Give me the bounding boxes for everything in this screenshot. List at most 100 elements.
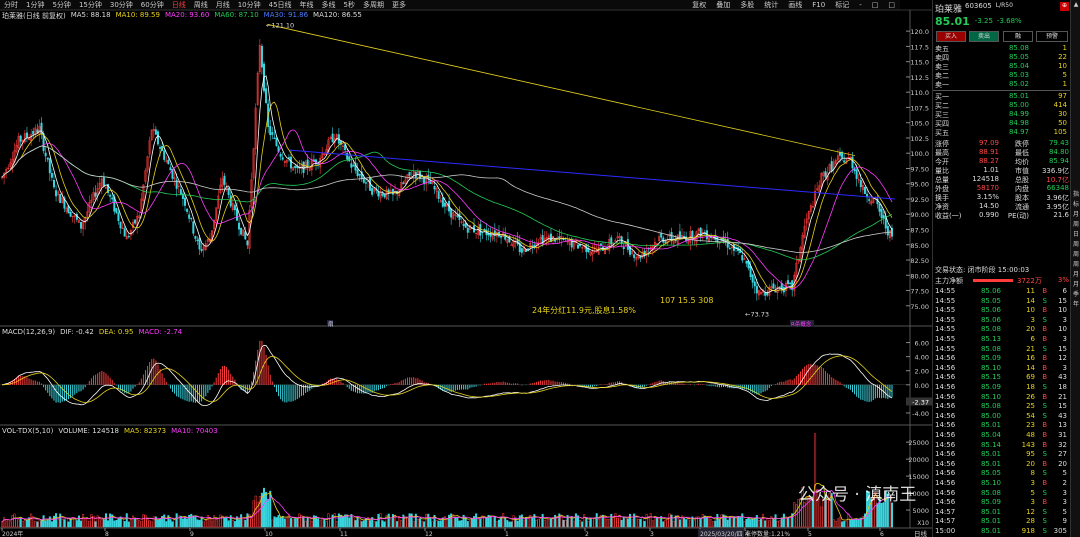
candle-body [383, 194, 386, 198]
volume-bar [421, 520, 424, 528]
volume-bar [778, 520, 781, 528]
volume-bar [562, 519, 565, 528]
volume-bar [127, 521, 130, 528]
volume-bar [319, 520, 322, 528]
trendline-upper [267, 24, 856, 157]
candle-body [281, 157, 284, 160]
volume-bar [73, 517, 76, 528]
volume-bar [117, 518, 120, 528]
volume-bar [720, 514, 723, 528]
sidebar-item[interactable]: 周 [1071, 250, 1080, 260]
ask-label: 卖五 [935, 45, 949, 53]
stat-value: 66348 [1046, 184, 1069, 192]
price-axis-label: 95.00 [910, 181, 929, 189]
stat-value: 3.96亿 [1046, 194, 1069, 202]
volume-bar [362, 520, 365, 528]
volume-bar [670, 514, 673, 528]
candle-body [19, 135, 22, 142]
sidebar-item[interactable]: 周 [1071, 260, 1080, 270]
volume-bar [389, 519, 392, 528]
dividend-note: 24年分红11.9元,股息1.58% [532, 306, 636, 315]
candle-body [755, 285, 758, 294]
volume-bar [891, 502, 893, 528]
price-row: 85.01 -3.25 -3.68% [935, 15, 1069, 28]
sidebar-item[interactable]: 月 [1071, 270, 1080, 280]
volume-bar [123, 521, 126, 528]
sidebar-item[interactable]: 年 [1071, 300, 1080, 310]
volume-bar [277, 515, 280, 528]
volume-bar [857, 518, 860, 528]
tick-price: 85.14 [980, 440, 1001, 449]
candle-body [154, 129, 157, 135]
volume-bar [743, 521, 746, 528]
macd-axis-label: -4.00 [912, 410, 929, 418]
volume-bar [853, 519, 856, 528]
sidebar-item[interactable]: 周 [1071, 240, 1080, 250]
sidebar-item[interactable]: 指 [1071, 190, 1080, 200]
sidebar-item[interactable]: 季 [1071, 290, 1080, 300]
volume-bar [581, 521, 584, 528]
add-watch-button[interactable]: ⊕ [1059, 2, 1069, 11]
volume-bar [518, 515, 521, 528]
candle-body [520, 248, 523, 253]
volume-bar [90, 514, 93, 528]
tick-price: 85.01 [980, 507, 1001, 516]
sidebar-item[interactable]: 日 [1071, 230, 1080, 240]
candle-body [839, 152, 842, 156]
candle-body [622, 247, 625, 249]
volume-bar [30, 513, 33, 528]
kline-chart[interactable]: 120.0 117.5 115.0 112.5 110.0 107.5 105.0 102.5… [0, 0, 932, 537]
sidebar-item[interactable]: 周 [1071, 220, 1080, 230]
sidebar-item[interactable]: 标 [1071, 200, 1080, 210]
bid-volume: 50 [1058, 119, 1067, 127]
volume-bar [832, 519, 835, 528]
vol-axis-label: 25000 [908, 439, 929, 447]
volume-bar [46, 519, 49, 528]
margin-button[interactable]: 融 [1003, 31, 1033, 42]
volume-bar [527, 517, 530, 528]
candle-body [741, 255, 744, 261]
sidebar-item[interactable]: 月 [1071, 210, 1080, 220]
buy-button[interactable]: 买入 [936, 31, 966, 42]
volume-bar [40, 520, 43, 528]
volume-bar [15, 518, 18, 528]
volume-bar [223, 517, 226, 528]
time-axis-label: 8 [105, 531, 109, 537]
main-flow-bar [973, 279, 1013, 282]
bid-price: 84.98 [1008, 119, 1029, 127]
sidebar-item[interactable]: 月 [1071, 280, 1080, 290]
volume-bar [508, 521, 511, 528]
tick-count: 43 [1058, 411, 1067, 420]
volume-bar [882, 502, 885, 528]
volume-bar [132, 515, 135, 528]
tick-time: 14:55 [935, 315, 956, 324]
sidebar-up-icon[interactable]: ▲ [1071, 0, 1080, 10]
candle-body [302, 161, 305, 173]
volume-bar [283, 518, 286, 528]
volume-bar [129, 519, 132, 528]
volume-bar [190, 513, 193, 528]
volume-bar [265, 491, 268, 528]
volume-bar [296, 518, 299, 528]
tick-volume: 918 [1021, 527, 1035, 535]
volume-bar [227, 520, 230, 528]
candle-body [880, 208, 883, 218]
tick-row: 14:56 85.01 20 B 20 [935, 460, 1069, 469]
volume-bar [820, 506, 823, 528]
volume-bar [649, 513, 652, 528]
volume-bar [645, 513, 648, 528]
tick-time: 14:56 [935, 373, 956, 382]
ma120-line [1, 145, 893, 253]
volume-bar [163, 514, 166, 528]
volume-bar [604, 515, 607, 528]
sell-button[interactable]: 卖出 [969, 31, 999, 42]
volume-bar [198, 520, 201, 528]
right-sidebar[interactable]: ▲ 指标月周日周周周月月季年 [1070, 0, 1080, 537]
time-axis-label: 1 [505, 531, 509, 537]
stat-value: 1.01 [983, 166, 999, 174]
alert-button[interactable]: 预警 [1036, 31, 1068, 42]
candle-body [577, 244, 580, 249]
bid-price: 84.97 [1008, 128, 1029, 136]
candle-body [183, 197, 186, 206]
volume-bar [427, 513, 430, 528]
